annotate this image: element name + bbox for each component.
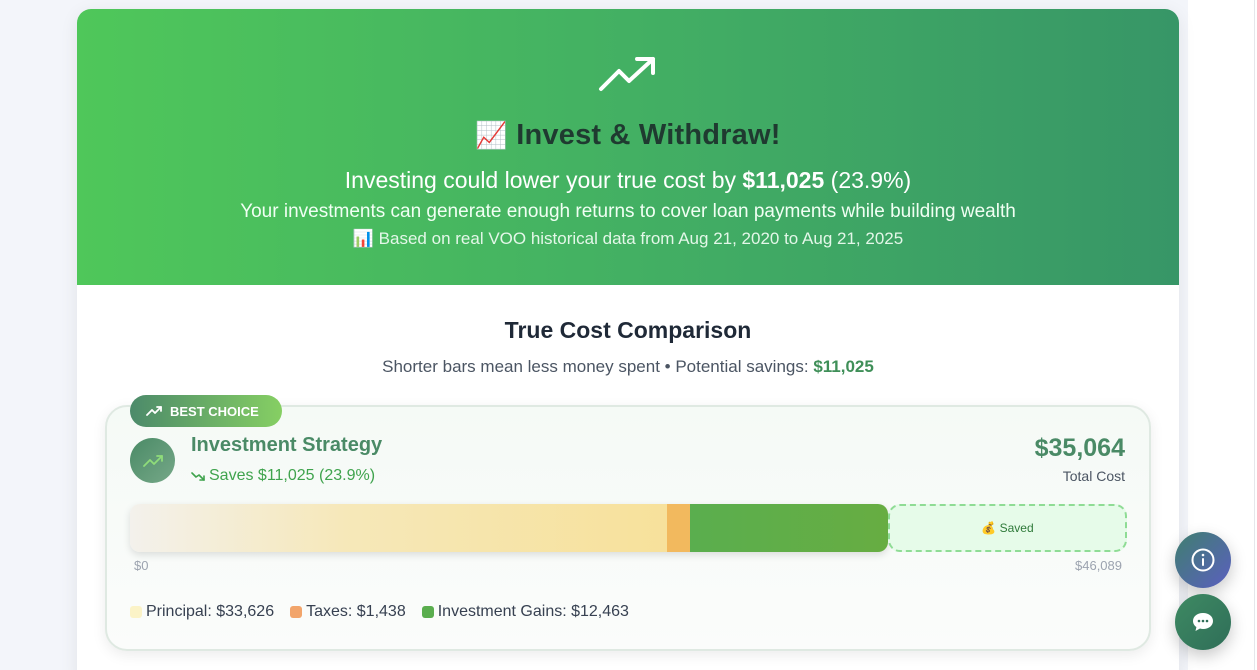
strategy-name: Investment Strategy — [191, 434, 383, 456]
result-card: 📈 Invest & Withdraw! Investing could low… — [77, 9, 1179, 670]
bar-segment-principal — [130, 504, 667, 552]
info-icon — [1191, 548, 1215, 572]
strategy-icon — [130, 438, 175, 483]
hero-description: Your investments can generate enough ret… — [240, 201, 1016, 222]
legend-item-taxes: Taxes: $1,438 — [290, 603, 406, 621]
hero-banner: 📈 Invest & Withdraw! Investing could low… — [77, 9, 1179, 285]
strategy-savings: Saves $11,025 (23.9%) — [191, 467, 375, 485]
chat-button[interactable] — [1175, 594, 1231, 650]
section-subtitle-amount: $11,025 — [813, 357, 874, 376]
legend: Principal: $33,626 Taxes: $1,438 Investm… — [130, 603, 629, 621]
legend-item-principal: Principal: $33,626 — [130, 603, 274, 621]
bar-segment-gains — [690, 504, 888, 552]
trending-down-icon — [191, 472, 205, 481]
hero-savings-pct: (23.9%) — [830, 167, 912, 193]
hero-savings-prefix: Investing could lower your true cost by — [344, 167, 736, 193]
hero-savings-amount: $11,025 — [742, 167, 825, 193]
strategy-savings-text: Saves $11,025 (23.9%) — [209, 467, 376, 484]
legend-swatch — [130, 606, 142, 618]
bar-segment-taxes — [667, 504, 690, 552]
best-choice-badge: BEST CHOICE — [130, 395, 282, 427]
legend-label: Investment Gains: $12,463 — [437, 603, 629, 620]
axis-max-label: $46,089 — [1075, 558, 1122, 573]
section-subtitle: Shorter bars mean less money spent • Pot… — [77, 357, 1179, 377]
hero-title-text: Invest & Withdraw! — [516, 119, 781, 151]
badge-label: BEST CHOICE — [170, 403, 259, 419]
trending-up-icon — [146, 406, 162, 416]
legend-label: Taxes: $1,438 — [306, 603, 406, 620]
section-title: True Cost Comparison — [504, 317, 752, 343]
legend-label: Principal: $33,626 — [146, 603, 275, 620]
total-cost-label: Total Cost — [1062, 468, 1125, 484]
hero-title: 📈 Invest & Withdraw! — [77, 119, 1179, 152]
saved-segment: 💰 Saved — [888, 504, 1127, 552]
hero-savings-line: Investing could lower your true cost by … — [77, 167, 1179, 194]
section-subtitle-text: Shorter bars mean less money spent • Pot… — [382, 357, 809, 376]
hero-data-source: 📊 Based on real VOO historical data from… — [352, 229, 904, 248]
cost-bar — [130, 504, 888, 552]
legend-swatch — [421, 606, 434, 618]
total-cost-value: $35,064 — [1034, 434, 1125, 462]
legend-item-gains: Investment Gains: $12,463 — [421, 603, 629, 621]
trending-up-icon — [599, 57, 655, 91]
axis-min-label: $0 — [134, 558, 149, 573]
trending-up-icon — [142, 454, 163, 467]
chart-emoji-icon: 📈 — [475, 120, 508, 150]
legend-swatch — [290, 606, 303, 618]
info-button[interactable] — [1175, 532, 1231, 588]
chat-icon — [1193, 613, 1213, 631]
